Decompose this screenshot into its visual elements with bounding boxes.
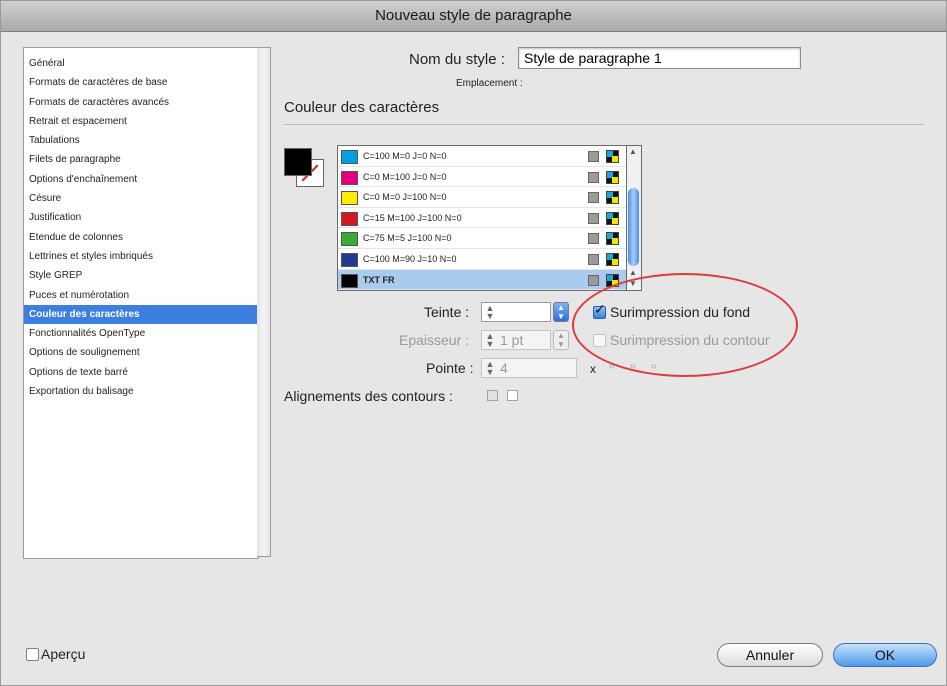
process-color-icon: [588, 274, 599, 286]
swatch-name: C=75 M=5 J=100 N=0: [363, 233, 452, 244]
sidebar-item[interactable]: Style GREP: [24, 266, 258, 285]
align-outside-icon[interactable]: [507, 390, 518, 401]
swatch-name: C=100 M=90 J=10 N=0: [363, 253, 457, 264]
swatch-name: C=15 M=100 J=100 N=0: [363, 212, 462, 223]
sidebar-item[interactable]: Couleur des caractères: [24, 304, 258, 325]
scroll-up-arrow-icon[interactable]: ▲: [629, 147, 637, 156]
swatch-list-scrollbar[interactable]: ▲ ▲ ▼: [627, 145, 642, 291]
section-title: Couleur des caractères: [284, 99, 440, 116]
ok-button[interactable]: OK: [833, 643, 937, 667]
sidebar-item[interactable]: Etendue de colonnes: [24, 228, 258, 247]
swatch-row[interactable]: C=0 M=0 J=100 N=0: [338, 187, 626, 208]
cmyk-mode-icon: [606, 211, 619, 225]
cancel-button[interactable]: Annuler: [717, 643, 823, 667]
preview-label[interactable]: Aperçu: [41, 646, 85, 662]
color-chip: [341, 170, 358, 185]
color-chip: [341, 211, 358, 226]
miter-stepper-icon[interactable]: ▲ ▼: [484, 360, 496, 377]
sidebar-item[interactable]: Exportation du balisage: [24, 382, 258, 401]
swatch-name: TXT FR: [363, 274, 395, 285]
tint-dropdown-button[interactable]: ▲ ▼: [553, 302, 569, 322]
swatch-row[interactable]: C=100 M=90 J=10 N=0: [338, 249, 626, 270]
sidebar-item[interactable]: Fonctionnalités OpenType: [24, 324, 258, 343]
color-chip: [341, 232, 358, 247]
location-label: Emplacement :: [456, 78, 523, 89]
sidebar-item[interactable]: Puces et numérotation: [24, 286, 258, 305]
weight-dropdown-button[interactable]: ▲ ▼: [553, 330, 569, 350]
category-list-scrollbar[interactable]: [257, 47, 271, 557]
sidebar-item[interactable]: Filets de paragraphe: [24, 150, 258, 169]
process-color-icon: [588, 212, 599, 224]
sidebar-item[interactable]: Césure: [24, 189, 258, 208]
swatch-row[interactable]: C=0 M=100 J=0 N=0: [338, 167, 626, 188]
align-center-icon[interactable]: [487, 390, 498, 401]
process-color-icon: [588, 151, 599, 162]
sidebar-item[interactable]: Retrait et espacement: [24, 112, 258, 131]
paragraph-style-dialog: Nouveau style de paragraphe Général Forma…: [0, 0, 947, 686]
swatch-row[interactable]: C=15 M=100 J=100 N=0: [338, 208, 626, 229]
color-chip: [341, 191, 358, 206]
tint-stepper-icon[interactable]: ▲ ▼: [484, 304, 496, 321]
swatch-name: C=0 M=100 J=0 N=0: [363, 171, 447, 182]
tint-label: Teinte :: [424, 304, 470, 320]
sidebar-item[interactable]: Options d'enchaînement: [24, 170, 258, 189]
process-color-icon: [588, 192, 599, 204]
weight-label: Epaisseur :: [399, 332, 470, 348]
swatch-name: C=100 M=0 J=0 N=0: [363, 151, 447, 161]
color-chip: [341, 252, 358, 267]
sidebar-item[interactable]: Options de soulignement: [24, 343, 258, 362]
style-name-label: Nom du style :: [409, 51, 505, 68]
cmyk-mode-icon: [606, 252, 619, 266]
preview-checkbox[interactable]: [26, 648, 39, 661]
highlight-ellipse: [572, 273, 798, 377]
cmyk-mode-icon: [606, 191, 619, 205]
style-name-input[interactable]: Style de paragraphe 1: [518, 47, 801, 69]
sidebar-item[interactable]: Tabulations: [24, 131, 258, 150]
sidebar-item[interactable]: Lettrines et styles imbriqués: [24, 247, 258, 266]
miter-input[interactable]: ▲ ▼ 4: [481, 358, 577, 378]
sidebar-item[interactable]: Formats de caractères de base: [24, 73, 258, 92]
cmyk-mode-icon: [606, 232, 619, 246]
miter-suffix: x: [590, 362, 596, 376]
scroll-up-arrow-icon[interactable]: ▲: [629, 268, 637, 277]
window-title: Nouveau style de paragraphe: [1, 1, 946, 32]
fill-swatch-icon[interactable]: [284, 148, 312, 176]
swatch-list[interactable]: C=100 M=0 J=0 N=0 C=0 M=100 J=0 N=0 C=0 M=…: [337, 145, 627, 291]
category-list[interactable]: Général Formats de caractères de base Form…: [23, 47, 259, 559]
section-divider: [283, 124, 924, 125]
weight-stepper-icon[interactable]: ▲ ▼: [484, 332, 496, 349]
sidebar-item[interactable]: Options de texte barré: [24, 363, 258, 382]
sidebar-item[interactable]: Formats de caractères avancés: [24, 93, 258, 112]
swatch-row[interactable]: TXT FR: [338, 269, 626, 291]
color-chip: [341, 150, 358, 164]
cmyk-mode-icon: [606, 150, 619, 163]
process-color-icon: [588, 171, 599, 183]
tint-input[interactable]: ▲ ▼: [481, 302, 551, 322]
swatch-name: C=0 M=0 J=100 N=0: [363, 192, 447, 203]
stroke-alignment-label: Alignements des contours :: [284, 388, 453, 404]
process-color-icon: [588, 233, 599, 245]
sidebar-item[interactable]: Justification: [24, 208, 258, 227]
swatch-row[interactable]: C=75 M=5 J=100 N=0: [338, 228, 626, 249]
miter-label: Pointe :: [426, 360, 474, 376]
weight-input[interactable]: ▲ ▼ 1 pt: [481, 330, 551, 350]
cmyk-mode-icon: [606, 170, 619, 184]
process-color-icon: [588, 253, 599, 265]
color-chip: [341, 273, 358, 288]
scroll-thumb[interactable]: [628, 188, 639, 266]
swatch-row[interactable]: C=100 M=0 J=0 N=0: [338, 146, 626, 167]
sidebar-item[interactable]: Général: [24, 54, 258, 73]
